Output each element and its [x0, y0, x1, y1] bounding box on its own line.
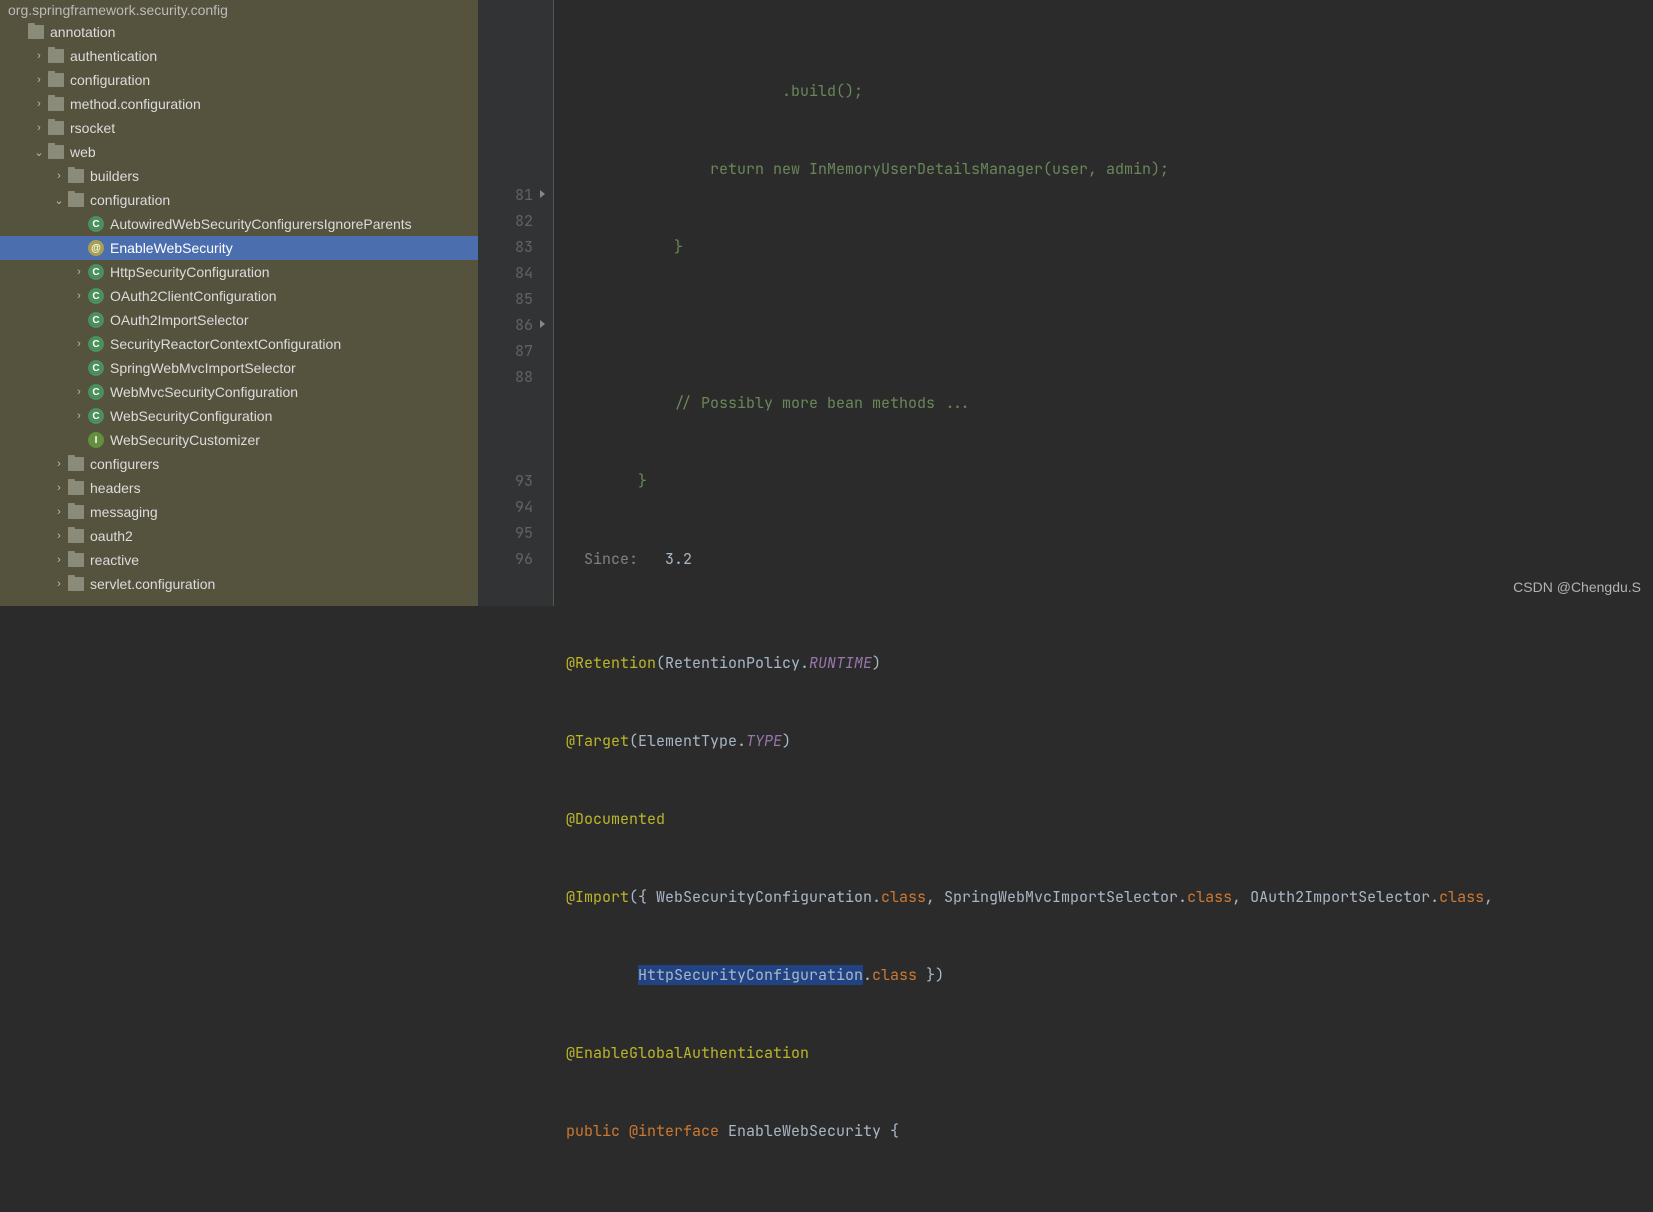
tree-item-webmvcsecurityconfiguration[interactable]: ›C WebMvcSecurityConfiguration [0, 380, 478, 404]
tree-item-httpsecurityconfiguration[interactable]: ›C HttpSecurityConfiguration [0, 260, 478, 284]
folder-icon [68, 481, 84, 495]
folder-icon [48, 49, 64, 63]
folder-icon [48, 73, 64, 87]
tree-item-enablewebsecurity[interactable]: @ EnableWebSecurity [0, 236, 478, 260]
folder-icon [68, 529, 84, 543]
tree-item-label: HttpSecurityConfiguration [110, 264, 474, 280]
folder-icon [48, 121, 64, 135]
chevron-right-icon[interactable]: › [72, 290, 86, 302]
tree-item-websecuritycustomizer[interactable]: I WebSecurityCustomizer [0, 428, 478, 452]
tree-item-label: annotation [50, 24, 474, 40]
tree-item-annotation[interactable]: annotation [0, 20, 478, 44]
chevron-right-icon[interactable]: › [52, 578, 66, 590]
line-gutter: 81 82 83 84 85 86 87 88 93 94 95 96 [478, 0, 554, 606]
tree-item-label: builders [90, 168, 474, 184]
tree-item-label: WebMvcSecurityConfiguration [110, 384, 474, 400]
tree-item-configurers[interactable]: › configurers [0, 452, 478, 476]
tree-item-label: EnableWebSecurity [110, 240, 474, 256]
chevron-right-icon[interactable]: › [52, 482, 66, 494]
tree-item-web[interactable]: ⌄ web [0, 140, 478, 164]
chevron-right-icon[interactable]: › [72, 266, 86, 278]
class-icon: C [88, 216, 104, 232]
tree-item-builders[interactable]: › builders [0, 164, 478, 188]
tree-item-label: messaging [90, 504, 474, 520]
tree-item-label: rsocket [70, 120, 474, 136]
tree-item-springwebmvcimportselector[interactable]: C SpringWebMvcImportSelector [0, 356, 478, 380]
folder-icon [48, 97, 64, 111]
class-icon: C [88, 288, 104, 304]
tree-item-label: configuration [90, 192, 474, 208]
tree-item-label: method.configuration [70, 96, 474, 112]
chevron-right-icon[interactable]: › [52, 530, 66, 542]
chevron-right-icon[interactable]: › [32, 98, 46, 110]
chevron-right-icon[interactable]: › [32, 50, 46, 62]
folder-icon [68, 505, 84, 519]
folder-icon [68, 457, 84, 471]
chevron-right-icon[interactable]: › [52, 506, 66, 518]
tree-item-configuration[interactable]: ⌄ configuration [0, 188, 478, 212]
chevron-right-icon[interactable]: › [52, 458, 66, 470]
watermark: CSDN @Chengdu.S [1513, 574, 1641, 600]
chevron-right-icon[interactable]: › [52, 170, 66, 182]
folder-icon [28, 25, 44, 39]
tree-item-authentication[interactable]: › authentication [0, 44, 478, 68]
chevron-right-icon[interactable]: › [52, 554, 66, 566]
tree-item-label: headers [90, 480, 474, 496]
code-area[interactable]: .build(); return new InMemoryUserDetails… [554, 0, 1653, 606]
chevron-right-icon[interactable]: › [32, 122, 46, 134]
tree-item-label: SpringWebMvcImportSelector [110, 360, 474, 376]
folder-icon [68, 193, 84, 207]
tree-item-label: servlet.configuration [90, 576, 474, 592]
tree-item-rsocket[interactable]: › rsocket [0, 116, 478, 140]
chevron-right-icon[interactable]: › [72, 386, 86, 398]
tree-item-websecurityconfiguration[interactable]: ›C WebSecurityConfiguration [0, 404, 478, 428]
class-icon: C [88, 264, 104, 280]
tree-item-autowiredwebsecurityconfigurersignoreparents[interactable]: C AutowiredWebSecurityConfigurersIgnorePa… [0, 212, 478, 236]
highlighted-class-ref[interactable]: HttpSecurityConfiguration [638, 965, 863, 985]
tree-item-label: oauth2 [90, 528, 474, 544]
class-icon: C [88, 312, 104, 328]
tree-item-label: configuration [70, 72, 474, 88]
chevron-right-icon[interactable]: › [72, 410, 86, 422]
chevron-down-icon[interactable]: ⌄ [32, 146, 46, 159]
tree-item-oauth2[interactable]: › oauth2 [0, 524, 478, 548]
tree-item-headers[interactable]: › headers [0, 476, 478, 500]
app-root: org.springframework.security.config anno… [0, 0, 1653, 606]
class-icon: C [88, 336, 104, 352]
tree-item-label: SecurityReactorContextConfiguration [110, 336, 474, 352]
folder-icon [68, 553, 84, 567]
tree-item-messaging[interactable]: › messaging [0, 500, 478, 524]
class-icon: C [88, 384, 104, 400]
tree-item-label: OAuth2ImportSelector [110, 312, 474, 328]
tree-item-label: WebSecurityConfiguration [110, 408, 474, 424]
tree-item-label: configurers [90, 456, 474, 472]
project-tree[interactable]: org.springframework.security.config anno… [0, 0, 478, 606]
tree-item-oauth2clientconfiguration[interactable]: ›C OAuth2ClientConfiguration [0, 284, 478, 308]
chevron-down-icon[interactable]: ⌄ [52, 194, 66, 207]
chevron-right-icon[interactable]: › [32, 74, 46, 86]
tree-item-label: OAuth2ClientConfiguration [110, 288, 474, 304]
folder-icon [68, 169, 84, 183]
tree-item-reactive[interactable]: › reactive [0, 548, 478, 572]
tree-item-method-configuration[interactable]: › method.configuration [0, 92, 478, 116]
chevron-right-icon[interactable]: › [72, 338, 86, 350]
tree-item-securityreactorcontextconfiguration[interactable]: ›C SecurityReactorContextConfiguration [0, 332, 478, 356]
tree-item-label: reactive [90, 552, 474, 568]
tree-item-servlet-configuration[interactable]: › servlet.configuration [0, 572, 478, 596]
class-icon: C [88, 408, 104, 424]
folder-icon [48, 145, 64, 159]
tree-item-configuration[interactable]: › configuration [0, 68, 478, 92]
package-root: org.springframework.security.config [0, 0, 478, 20]
tree-item-label: AutowiredWebSecurityConfigurersIgnorePar… [110, 216, 474, 232]
code-editor[interactable]: 81 82 83 84 85 86 87 88 93 94 95 96 .bui… [478, 0, 1653, 606]
annotation-icon: @ [88, 240, 104, 256]
tree-item-label: authentication [70, 48, 474, 64]
class-icon: C [88, 360, 104, 376]
folder-icon [68, 577, 84, 591]
tree-item-label: WebSecurityCustomizer [110, 432, 474, 448]
interface-icon: I [88, 432, 104, 448]
tree-item-label: web [70, 144, 474, 160]
tree-item-oauth2importselector[interactable]: C OAuth2ImportSelector [0, 308, 478, 332]
